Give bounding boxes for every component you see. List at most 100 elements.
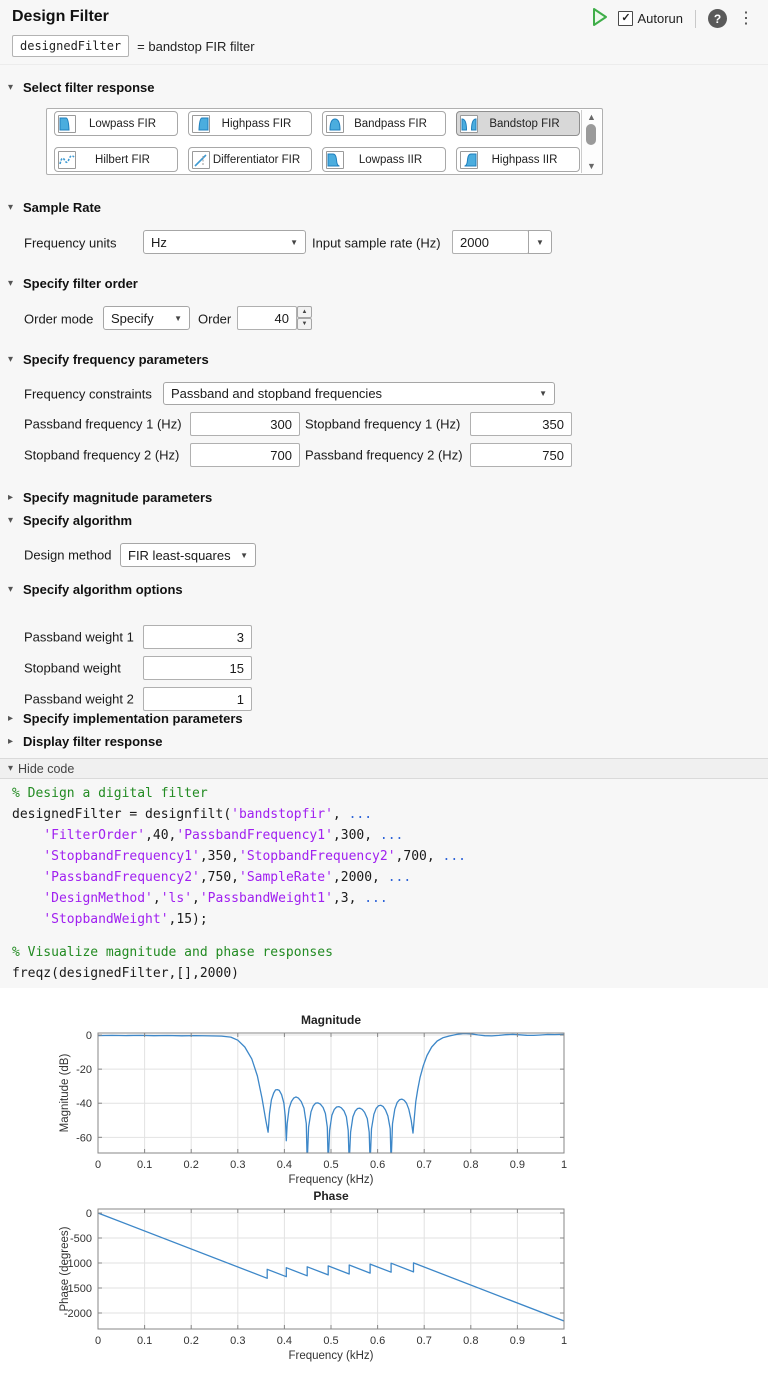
- section-sample-rate[interactable]: ▾ Sample Rate: [8, 200, 101, 215]
- filter-response-hilbert-fir-button[interactable]: Hilbert FIR: [54, 147, 178, 172]
- svg-text:0.9: 0.9: [510, 1335, 525, 1347]
- output-variable-box[interactable]: designedFilter: [12, 35, 129, 57]
- svg-text:Frequency (kHz): Frequency (kHz): [289, 1174, 374, 1186]
- help-button[interactable]: ?: [708, 9, 727, 28]
- assignment-text: = bandstop FIR filter: [137, 39, 254, 54]
- autorun-label: Autorun: [637, 11, 683, 26]
- svg-text:0.5: 0.5: [323, 1159, 338, 1171]
- response-scrollbar[interactable]: ▲ ▼: [581, 110, 601, 173]
- assignment-row: designedFilter = bandstop FIR filter: [12, 35, 255, 57]
- design-method-row: Design method FIR least-squares ▼: [0, 543, 768, 567]
- filter-response-differentiator-fir-button[interactable]: Differentiator FIR: [188, 147, 312, 172]
- frequency-constraints-value: Passband and stopband frequencies: [164, 386, 532, 401]
- svg-text:0.8: 0.8: [463, 1335, 478, 1347]
- svg-text:0.5: 0.5: [323, 1335, 338, 1347]
- passband-weight-2-field[interactable]: [143, 687, 252, 711]
- frequency-units-select[interactable]: Hz ▼: [143, 230, 306, 254]
- hilbert-fir-icon: [58, 151, 76, 169]
- scroll-up-icon[interactable]: ▲: [582, 112, 601, 122]
- passband-frequency-1-label: Passband frequency 1 (Hz): [24, 417, 182, 432]
- design-filter-app: Design Filter ✓ Autorun ? ⋮ designedFilt…: [0, 0, 768, 1374]
- filter-response-lowpass-iir-button[interactable]: Lowpass IIR: [322, 147, 446, 172]
- code-line: 'FilterOrder',40,'PassbandFrequency1',30…: [12, 825, 466, 846]
- generated-code: % Design a digital filterdesignedFilter …: [12, 783, 466, 984]
- hide-code-toggle[interactable]: ▾ Hide code: [0, 758, 768, 779]
- section-display-filter-response[interactable]: ▸ Display filter response: [8, 734, 162, 749]
- stopband-weight-field[interactable]: [143, 656, 252, 680]
- design-method-label: Design method: [24, 548, 111, 563]
- passband-frequency-2-field[interactable]: [470, 443, 572, 467]
- filter-response-bandpass-fir-button[interactable]: Bandpass FIR: [322, 111, 446, 136]
- stopband-weight-row: Stopband weight: [0, 656, 768, 680]
- section-label: Sample Rate: [23, 200, 101, 215]
- filter-response-lowpass-fir-button[interactable]: Lowpass FIR: [54, 111, 178, 136]
- magnitude-plot: 00.10.20.30.40.50.60.70.80.910-20-40-60M…: [0, 1005, 768, 1190]
- stopband-frequency-1-field[interactable]: [470, 412, 572, 436]
- section-specify-implementation-parameters[interactable]: ▸ Specify implementation parameters: [8, 711, 243, 726]
- svg-text:-500: -500: [70, 1233, 92, 1245]
- svg-text:1: 1: [561, 1335, 567, 1347]
- header-divider: [0, 64, 768, 65]
- svg-text:0.2: 0.2: [184, 1335, 199, 1347]
- arrow-down-icon: ▼: [302, 321, 308, 327]
- stepper-down-button[interactable]: ▼: [297, 318, 312, 330]
- section-label: Specify magnitude parameters: [23, 490, 212, 505]
- filter-response-label: Bandpass FIR: [344, 118, 437, 130]
- section-specify-frequency-parameters[interactable]: ▾ Specify frequency parameters: [8, 352, 209, 367]
- svg-text:0: 0: [95, 1159, 101, 1171]
- section-select-filter-response[interactable]: ▾ Select filter response: [8, 80, 155, 95]
- filter-response-highpass-iir-button[interactable]: Highpass IIR: [456, 147, 580, 172]
- input-sample-rate-field[interactable]: [452, 230, 529, 254]
- svg-text:0.1: 0.1: [137, 1159, 152, 1171]
- sample-rate-dropdown-button[interactable]: ▼: [528, 230, 552, 254]
- section-specify-algorithm[interactable]: ▾ Specify algorithm: [8, 513, 132, 528]
- svg-text:0.6: 0.6: [370, 1335, 385, 1347]
- chevron-down-icon: ▼: [283, 238, 305, 247]
- frequency-units-label: Frequency units: [24, 235, 117, 250]
- passband-weight-1-field[interactable]: [143, 625, 252, 649]
- chevron-right-icon: ▸: [8, 713, 18, 724]
- section-label: Specify algorithm options: [23, 582, 183, 597]
- filter-response-bandstop-fir-button[interactable]: Bandstop FIR: [456, 111, 580, 136]
- passband-weight-1-label: Passband weight 1: [24, 630, 134, 645]
- input-sample-rate-label: Input sample rate (Hz): [312, 235, 441, 250]
- stopband-frequency-1-label: Stopband frequency 1 (Hz): [305, 417, 460, 432]
- scroll-down-icon[interactable]: ▼: [582, 161, 601, 171]
- passband-frequency-1-field[interactable]: [190, 412, 300, 436]
- autorun-checkbox[interactable]: ✓: [618, 11, 633, 26]
- check-icon: ✓: [621, 13, 630, 24]
- passband-weight-1-row: Passband weight 1: [0, 625, 768, 649]
- svg-text:0.6: 0.6: [370, 1159, 385, 1171]
- filter-response-label: Lowpass IIR: [344, 154, 437, 166]
- section-label: Specify frequency parameters: [23, 352, 209, 367]
- frequency-constraints-select[interactable]: Passband and stopband frequencies ▼: [163, 382, 555, 405]
- section-specify-algorithm-options[interactable]: ▾ Specify algorithm options: [8, 582, 183, 597]
- filter-response-grid: Lowpass FIR Highpass FIR Bandpass FIR Bands…: [54, 111, 580, 172]
- svg-text:Magnitude (dB): Magnitude (dB): [59, 1054, 71, 1133]
- chevron-down-icon: ▼: [532, 389, 554, 398]
- order-field[interactable]: [237, 306, 297, 330]
- order-mode-select[interactable]: Specify ▼: [103, 306, 190, 330]
- filter-response-label: Lowpass FIR: [76, 118, 169, 130]
- design-method-select[interactable]: FIR least-squares ▼: [120, 543, 256, 567]
- svg-text:-20: -20: [76, 1064, 92, 1076]
- chevron-down-icon: ▼: [167, 314, 189, 323]
- stopband-frequency-2-label: Stopband frequency 2 (Hz): [24, 448, 179, 463]
- section-specify-magnitude-parameters[interactable]: ▸ Specify magnitude parameters: [8, 490, 212, 505]
- kebab-menu-button[interactable]: ⋮: [736, 11, 756, 27]
- stepper-up-button[interactable]: ▲: [297, 306, 312, 318]
- stopband-frequency-2-field[interactable]: [190, 443, 300, 467]
- autorun-control: ✓ Autorun: [618, 11, 683, 26]
- code-line: % Visualize magnitude and phase response…: [12, 942, 466, 963]
- play-icon: [591, 7, 609, 30]
- run-button[interactable]: [591, 7, 609, 30]
- filter-response-highpass-fir-button[interactable]: Highpass FIR: [188, 111, 312, 136]
- svg-text:Phase: Phase: [313, 1189, 349, 1203]
- svg-text:Frequency (kHz): Frequency (kHz): [289, 1350, 374, 1362]
- highpass-fir-icon: [192, 115, 210, 133]
- svg-text:0.9: 0.9: [510, 1159, 525, 1171]
- scrollbar-thumb[interactable]: [586, 124, 596, 145]
- svg-text:0.3: 0.3: [230, 1159, 245, 1171]
- passband-weight-2-row: Passband weight 2: [0, 687, 768, 711]
- section-specify-filter-order[interactable]: ▾ Specify filter order: [8, 276, 138, 291]
